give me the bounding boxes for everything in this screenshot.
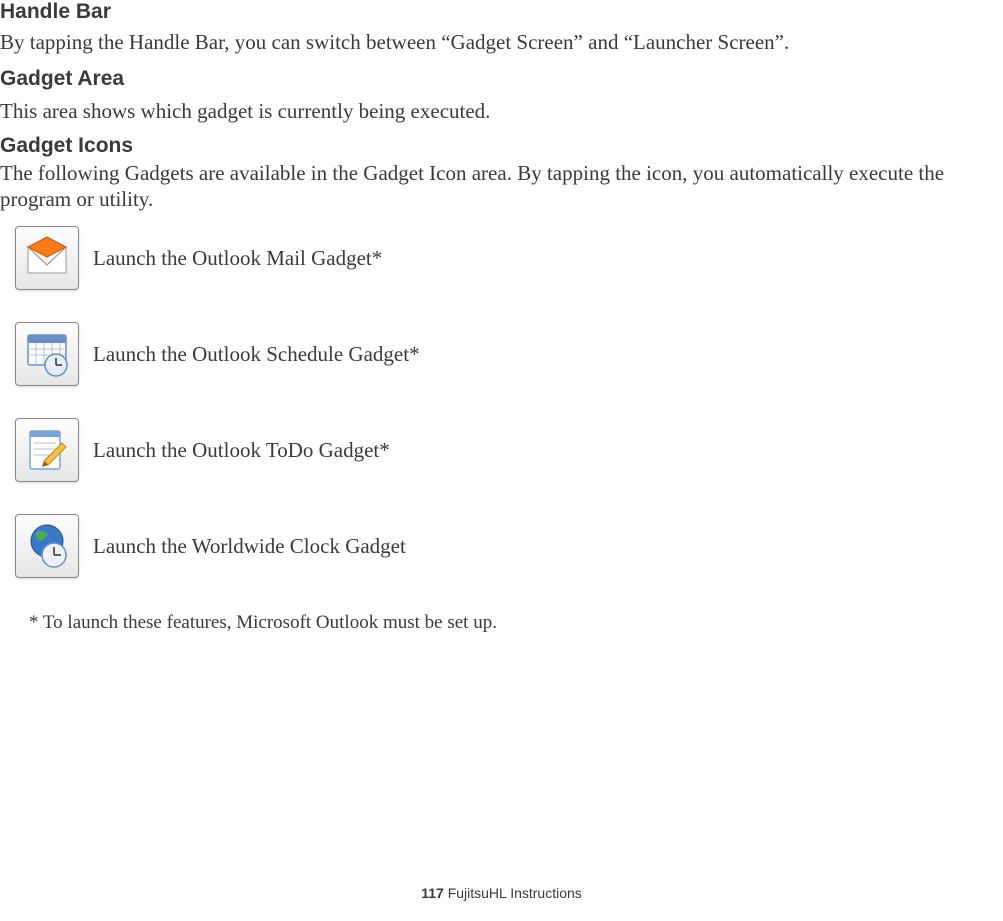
heading-gadget-area: Gadget Area xyxy=(0,67,124,91)
document-page: Handle Bar By tapping the Handle Bar, yo… xyxy=(0,0,1003,921)
worldclock-icon xyxy=(15,514,79,578)
list-item: Launch the Outlook Mail Gadget* xyxy=(15,226,382,290)
list-item: Launch the Worldwide Clock Gadget xyxy=(15,514,406,578)
page-footer: 117 FujitsuHL Instructions xyxy=(0,885,1003,901)
paragraph-gadget-area: This area shows which gadget is currentl… xyxy=(0,98,490,124)
page-number: 117 xyxy=(421,885,444,901)
list-item: Launch the Outlook ToDo Gadget* xyxy=(15,418,390,482)
icon-label-mail: Launch the Outlook Mail Gadget* xyxy=(93,246,382,271)
todo-icon xyxy=(15,418,79,482)
footnote: * To launch these features, Microsoft Ou… xyxy=(29,612,497,634)
icon-label-worldclock: Launch the Worldwide Clock Gadget xyxy=(93,534,406,559)
heading-handle-bar: Handle Bar xyxy=(0,0,111,24)
footer-title: FujitsuHL Instructions xyxy=(448,885,582,901)
mail-icon xyxy=(15,226,79,290)
calendar-icon xyxy=(15,322,79,386)
icon-label-schedule: Launch the Outlook Schedule Gadget* xyxy=(93,342,420,367)
list-item: Launch the Outlook Schedule Gadget* xyxy=(15,322,420,386)
paragraph-gadget-icons: The following Gadgets are available in t… xyxy=(0,160,1003,213)
heading-gadget-icons: Gadget Icons xyxy=(0,134,133,158)
paragraph-handle-bar: By tapping the Handle Bar, you can switc… xyxy=(0,29,789,55)
icon-label-todo: Launch the Outlook ToDo Gadget* xyxy=(93,438,390,463)
